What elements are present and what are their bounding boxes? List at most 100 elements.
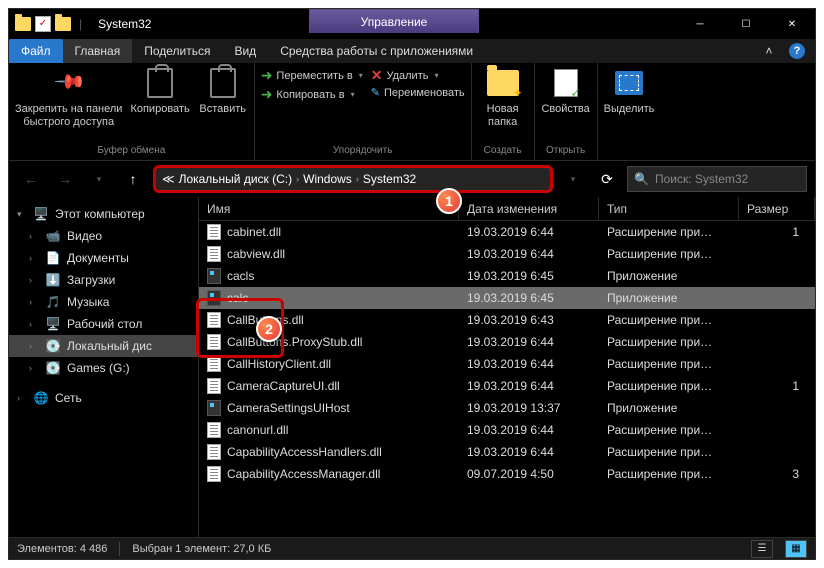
menu-share[interactable]: Поделиться	[132, 39, 222, 63]
sidebar-item-videos[interactable]: ›📹Видео	[9, 225, 198, 247]
menu-home[interactable]: Главная	[63, 39, 133, 63]
table-row[interactable]: CallButtons.dll19.03.2019 6:43Расширение…	[199, 309, 815, 331]
table-row[interactable]: cabinet.dll19.03.2019 6:44Расширение при…	[199, 221, 815, 243]
sidebar-item-local-disk[interactable]: ›💽Локальный дис	[9, 335, 198, 357]
sidebar[interactable]: ▾🖥️Этот компьютер ›📹Видео ›📄Документы ›⬇…	[9, 197, 199, 537]
new-folder-button[interactable]: Новая папка	[478, 67, 528, 129]
rename-button[interactable]: ✎Переименовать	[371, 86, 465, 99]
table-row[interactable]: CapabilityAccessManager.dll09.07.2019 4:…	[199, 463, 815, 485]
bc-windows[interactable]: Windows	[303, 172, 352, 186]
file-type: Расширение при…	[599, 357, 739, 371]
search-input[interactable]: 🔍 Поиск: System32	[627, 166, 807, 192]
video-icon: 📹	[45, 228, 61, 244]
history-dropdown[interactable]: ▾	[85, 165, 113, 193]
drive-icon: 💽	[45, 360, 61, 376]
bc-drive[interactable]: Локальный диск (C:)	[179, 172, 293, 186]
sidebar-item-documents[interactable]: ›📄Документы	[9, 247, 198, 269]
file-icon	[207, 422, 221, 438]
file-date: 19.03.2019 13:37	[459, 401, 599, 415]
statusbar: Элементов: 4 486 Выбран 1 элемент: 27,0 …	[9, 537, 815, 559]
file-icon	[207, 268, 221, 284]
column-headers: Имя Дата изменения Тип Размер	[199, 197, 815, 221]
view-icons-button[interactable]: ▦	[785, 540, 807, 558]
move-to-button[interactable]: ➜Переместить в▾	[261, 67, 363, 84]
forward-button[interactable]: →	[51, 165, 79, 193]
sidebar-item-downloads[interactable]: ›⬇️Загрузки	[9, 269, 198, 291]
col-type[interactable]: Тип	[599, 197, 739, 220]
file-type: Расширение при…	[599, 379, 739, 393]
manage-tab[interactable]: Управление	[309, 9, 479, 33]
menu-file[interactable]: Файл	[9, 39, 63, 63]
download-icon: ⬇️	[45, 272, 61, 288]
status-selection: Выбран 1 элемент: 27,0 КБ	[132, 543, 271, 555]
view-details-button[interactable]: ☰	[751, 540, 773, 558]
select-button[interactable]: Выделить	[604, 67, 655, 115]
table-row[interactable]: cabview.dll19.03.2019 6:44Расширение при…	[199, 243, 815, 265]
file-type: Расширение при…	[599, 445, 739, 459]
file-icon	[207, 356, 221, 372]
chevron-right-icon: ›	[356, 174, 359, 184]
refresh-button[interactable]: ⟳	[593, 165, 621, 193]
file-date: 19.03.2019 6:44	[459, 423, 599, 437]
clipboard-group-label: Буфер обмена	[15, 143, 248, 156]
bc-system32[interactable]: System32	[363, 172, 416, 186]
delete-button[interactable]: ✕Удалить▾	[371, 67, 465, 84]
table-row[interactable]: CameraSettingsUIHost19.03.2019 13:37Прил…	[199, 397, 815, 419]
table-row[interactable]: calc19.03.2019 6:45Приложение	[199, 287, 815, 309]
pin-label: Закрепить на панели быстрого доступа	[15, 103, 122, 129]
folder-icon-small	[55, 16, 71, 32]
col-date[interactable]: Дата изменения	[459, 197, 599, 220]
col-name[interactable]: Имя	[199, 197, 459, 220]
file-type: Расширение при…	[599, 247, 739, 261]
col-size[interactable]: Размер	[739, 197, 815, 220]
file-size: 3	[739, 467, 815, 481]
file-type: Расширение при…	[599, 467, 739, 481]
search-icon: 🔍	[634, 172, 649, 186]
table-row[interactable]: CallButtons.ProxyStub.dll19.03.2019 6:44…	[199, 331, 815, 353]
table-row[interactable]: cacls19.03.2019 6:45Приложение	[199, 265, 815, 287]
table-row[interactable]: CallHistoryClient.dll19.03.2019 6:44Расш…	[199, 353, 815, 375]
sidebar-item-this-pc[interactable]: ▾🖥️Этот компьютер	[9, 203, 198, 225]
file-type: Расширение при…	[599, 225, 739, 239]
sidebar-item-network[interactable]: ›🌐Сеть	[9, 387, 198, 409]
create-group-label: Создать	[478, 143, 528, 156]
file-type: Приложение	[599, 291, 739, 305]
file-rows[interactable]: cabinet.dll19.03.2019 6:44Расширение при…	[199, 221, 815, 537]
minimize-button[interactable]: ─	[677, 9, 723, 39]
file-date: 19.03.2019 6:44	[459, 335, 599, 349]
sidebar-item-desktop[interactable]: ›🖥️Рабочий стол	[9, 313, 198, 335]
menu-view[interactable]: Вид	[222, 39, 268, 63]
file-icon	[207, 400, 221, 416]
file-type: Расширение при…	[599, 313, 739, 327]
copy-button[interactable]: Копировать	[130, 67, 189, 115]
collapse-ribbon-button[interactable]: ˄	[759, 39, 779, 63]
file-date: 19.03.2019 6:44	[459, 247, 599, 261]
menu-app-tools[interactable]: Средства работы с приложениями	[268, 39, 485, 63]
back-button[interactable]: ←	[17, 165, 45, 193]
table-row[interactable]: canonurl.dll19.03.2019 6:44Расширение пр…	[199, 419, 815, 441]
paste-button[interactable]: Вставить	[198, 67, 248, 115]
sidebar-item-games[interactable]: ›💽Games (G:)	[9, 357, 198, 379]
open-group-label: Открыть	[541, 143, 591, 156]
close-button[interactable]: ✕	[769, 9, 815, 39]
search-placeholder: Поиск: System32	[655, 172, 748, 186]
help-button[interactable]: ?	[779, 39, 815, 63]
menubar: Файл Главная Поделиться Вид Средства раб…	[9, 39, 815, 63]
properties-button[interactable]: Свойства	[541, 67, 591, 115]
select-label: Выделить	[604, 103, 655, 115]
sidebar-item-music[interactable]: ›🎵Музыка	[9, 291, 198, 313]
pin-button[interactable]: 📌 Закрепить на панели быстрого доступа	[15, 67, 122, 129]
new-folder-label: Новая папка	[487, 103, 519, 129]
file-name: CameraSettingsUIHost	[227, 401, 350, 415]
bc-dropdown[interactable]: ▾	[559, 165, 587, 193]
table-row[interactable]: CameraCaptureUI.dll19.03.2019 6:44Расшир…	[199, 375, 815, 397]
copy-to-button[interactable]: ➜Копировать в▾	[261, 86, 363, 103]
check-icon[interactable]: ✓	[35, 16, 51, 32]
maximize-button[interactable]: ☐	[723, 9, 769, 39]
folder-icon	[15, 16, 31, 32]
breadcrumb[interactable]: ≪ Локальный диск (C:) › Windows › System…	[153, 165, 553, 193]
table-row[interactable]: CapabilityAccessHandlers.dll19.03.2019 6…	[199, 441, 815, 463]
file-icon	[207, 246, 221, 262]
network-icon: 🌐	[33, 390, 49, 406]
up-button[interactable]: ↑	[119, 165, 147, 193]
